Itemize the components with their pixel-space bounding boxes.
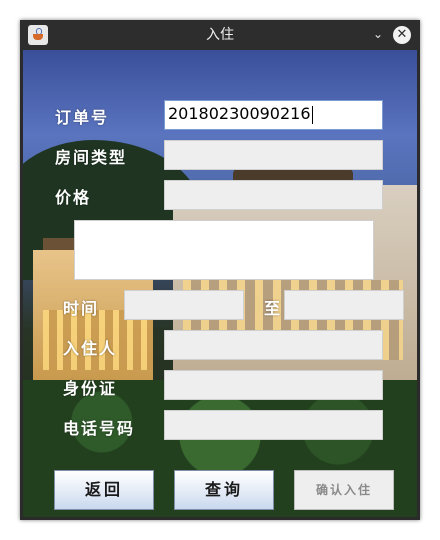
order-no-label: 订单号 [55,108,110,127]
back-button[interactable]: 返回 [54,470,154,510]
window-title: 入住 [206,27,234,43]
order-no-input[interactable]: 20180230090216 [164,100,383,130]
time-separator: 至 [264,299,283,318]
time-to-input[interactable] [284,290,404,320]
phone-input[interactable] [164,410,383,440]
order-no-value: 20180230090216 [168,104,311,123]
time-from-input[interactable] [124,290,244,320]
id-card-label: 身份证 [63,379,118,398]
room-type-label: 房间类型 [55,148,128,167]
id-card-input[interactable] [164,370,383,400]
guest-label: 入住人 [63,339,118,358]
price-label: 价格 [55,188,92,207]
chevron-down-icon[interactable]: ⌄ [370,26,386,42]
room-type-input[interactable] [164,140,383,170]
time-label: 时间 [63,299,100,318]
query-button[interactable]: 查询 [174,470,274,510]
notes-area[interactable] [74,220,374,280]
close-icon[interactable]: ✕ [393,26,411,44]
price-input[interactable] [164,180,383,210]
title-bar[interactable]: 入住 ⌄ ✕ [20,20,420,50]
confirm-checkin-button[interactable]: 确认入住 [294,470,394,510]
phone-label: 电话号码 [63,419,136,438]
guest-input[interactable] [164,330,383,360]
form-panel: 订单号 20180230090216 房间类型 价格 时间 至 入住人 身份证 … [23,50,417,517]
checkin-window: 入住 ⌄ ✕ 订单号 20180230090216 房间类型 价格 时间 至 入… [20,20,420,520]
